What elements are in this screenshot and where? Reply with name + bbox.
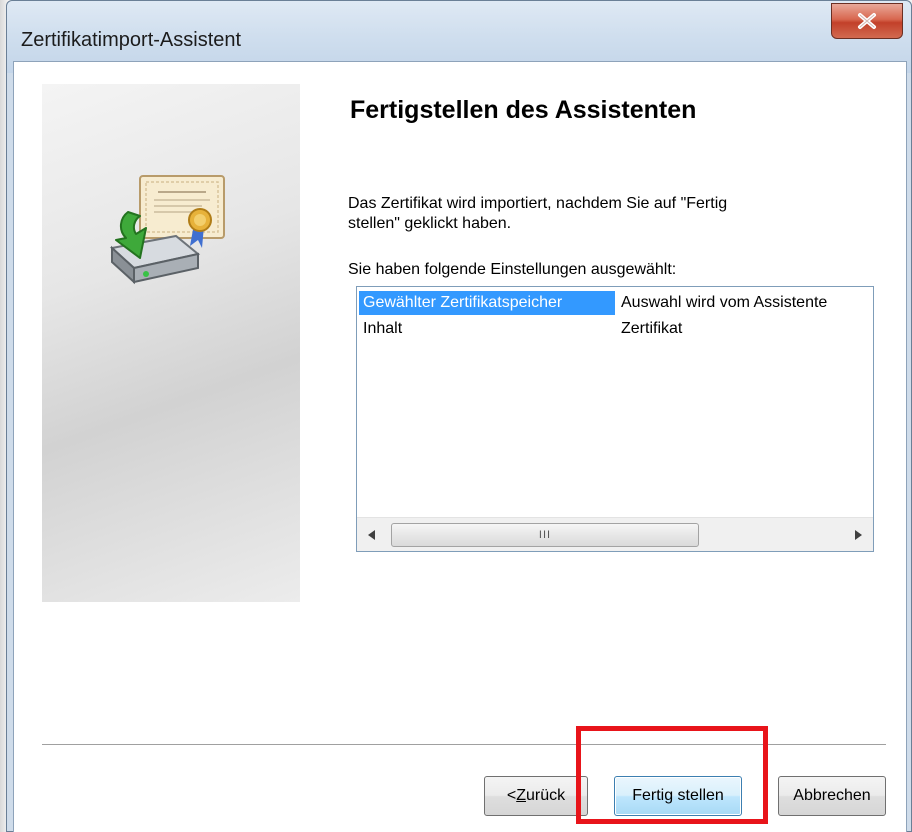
wizard-window: Zertifikatimport-Assistent Fertigstellen… [6, 0, 912, 832]
page-title: Fertigstellen des Assistenten [350, 96, 697, 124]
back-mnemonic: Z [516, 787, 526, 804]
button-separator [42, 744, 886, 746]
scroll-left-button[interactable] [357, 518, 387, 551]
setting-value: Auswahl wird vom Assistente [621, 294, 828, 311]
settings-list[interactable]: Gewählter Zertifikatspeicher Auswahl wir… [356, 286, 874, 552]
setting-value: Zertifikat [621, 320, 683, 337]
certificate-import-icon [109, 175, 225, 285]
settings-label: Sie haben folgende Einstellungen ausgewä… [348, 261, 677, 278]
scroll-left-arrow-icon [368, 529, 375, 540]
scroll-thumb-grip: III [538, 529, 552, 541]
setting-name: Inhalt [363, 320, 403, 337]
back-button[interactable]: < Zurück [484, 776, 588, 816]
intro-text: Das Zertifikat wird importiert, nachdem … [348, 194, 868, 234]
setting-name: Gewählter Zertifikatspeicher [363, 294, 563, 311]
close-button[interactable] [831, 3, 903, 39]
dialog-client-area: Fertigstellen des Assistenten Das Zertif… [13, 61, 907, 832]
list-item[interactable]: Gewählter Zertifikatspeicher Auswahl wir… [357, 291, 873, 317]
window-title: Zertifikatimport-Assistent [21, 29, 242, 51]
scroll-right-button[interactable] [843, 518, 873, 551]
list-item[interactable]: Inhalt Zertifikat [357, 317, 873, 343]
finish-button[interactable]: Fertig stellen [614, 776, 742, 816]
scroll-right-arrow-icon [855, 529, 862, 540]
scroll-thumb[interactable]: III [391, 523, 699, 547]
horizontal-scrollbar[interactable]: III [357, 517, 873, 551]
intro-line-1: Das Zertifikat wird importiert, nachdem … [348, 195, 728, 212]
back-prefix: < [506, 787, 517, 804]
back-label-rest: urück [526, 787, 566, 804]
cancel-button[interactable]: Abbrechen [778, 776, 886, 816]
intro-line-2: stellen" geklickt haben. [348, 215, 512, 232]
close-icon [858, 13, 876, 29]
wizard-side-panel [42, 84, 300, 602]
